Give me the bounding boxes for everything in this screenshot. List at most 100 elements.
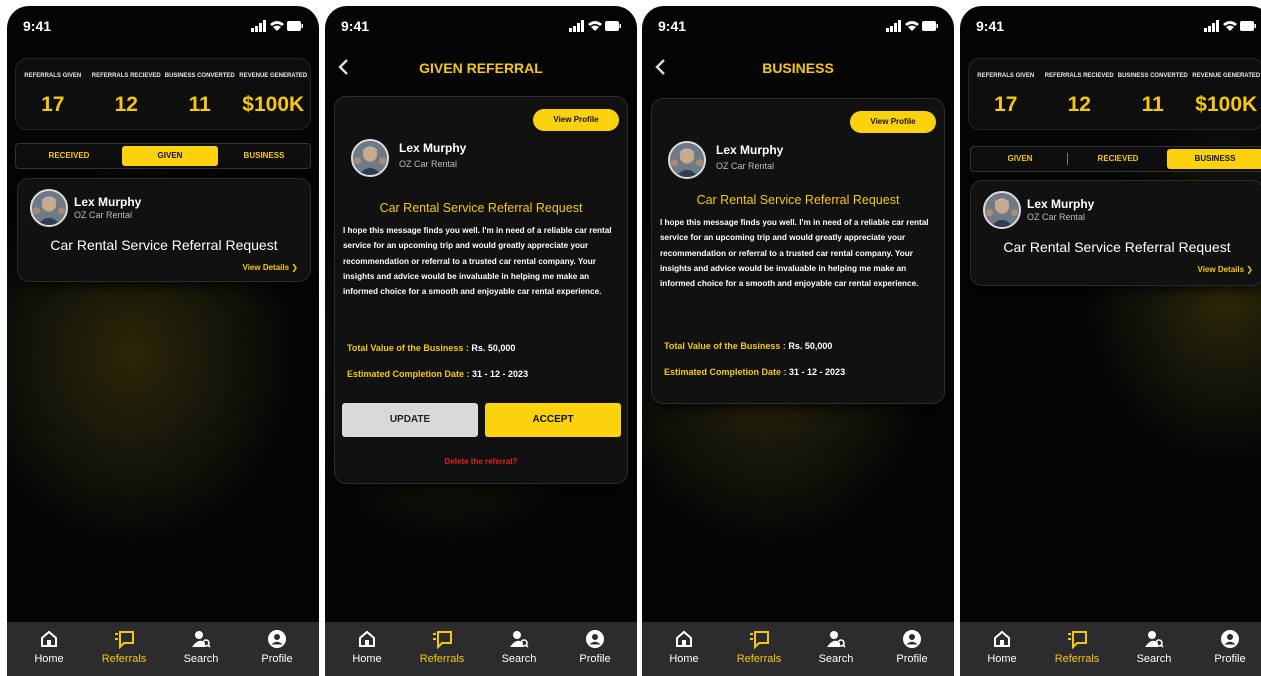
phone-screen-business-detail: 9:41 BUSINESS View Profile Lex Murphy OZ… — [642, 6, 954, 676]
home-icon — [994, 630, 1010, 647]
stat-referrals-recieved: REFERRALS RECIEVED 12 — [1044, 73, 1114, 116]
tab-given[interactable]: GIVEN — [975, 149, 1065, 169]
nav-profile[interactable]: Profile — [565, 629, 625, 665]
referrals-icon — [1068, 631, 1087, 649]
tab-business[interactable]: BUSINESS — [220, 146, 308, 166]
tab-recieved[interactable]: RECIEVED — [1071, 149, 1165, 169]
stat-referrals-given: REFERRALS GIVEN 17 — [24, 73, 82, 116]
page-title: BUSINESS — [762, 60, 834, 76]
bottom-nav: Home Referrals Search Profile — [325, 622, 637, 676]
stat-referrals-recieved: REFERRALS RECIEVED 12 — [91, 73, 161, 116]
status-bar: 9:41 — [341, 18, 621, 34]
stat-business-converted: BUSINESS CONVERTED 11 — [1117, 73, 1188, 116]
business-value: Total Value of the Business : Rs. 50,000 — [347, 343, 516, 353]
referral-message: I hope this message finds you well. I'm … — [343, 226, 612, 297]
nav-search[interactable]: Search — [1124, 629, 1184, 665]
signal-wifi-battery-icon — [251, 20, 303, 32]
home-icon — [676, 630, 692, 647]
search-user-icon — [1145, 631, 1164, 648]
nav-referrals[interactable]: Referrals — [1047, 629, 1107, 665]
referral-card[interactable]: Lex Murphy OZ Car Rental Car Rental Serv… — [17, 178, 311, 282]
avatar-image-icon — [670, 143, 704, 177]
avatar — [30, 189, 68, 227]
nav-referrals[interactable]: Referrals — [94, 629, 154, 665]
avatar-image-icon — [353, 141, 387, 175]
user-company: OZ Car Rental — [399, 159, 458, 169]
status-bar: 9:41 — [658, 18, 938, 34]
profile-icon — [1221, 630, 1239, 648]
search-user-icon — [192, 631, 211, 648]
home-icon — [359, 630, 375, 647]
status-time: 9:41 — [658, 18, 687, 34]
referrals-icon — [750, 631, 769, 649]
nav-search[interactable]: Search — [806, 629, 866, 665]
nav-profile[interactable]: Profile — [247, 629, 307, 665]
profile-icon — [268, 630, 286, 648]
nav-home[interactable]: Home — [654, 629, 714, 665]
tab-given[interactable]: GIVEN — [122, 146, 218, 166]
business-value: Total Value of the Business : Rs. 50,000 — [664, 341, 833, 351]
avatar-image-icon — [32, 191, 66, 225]
status-bar: 9:41 — [976, 18, 1256, 34]
chevron-right-icon: ❯ — [291, 263, 298, 272]
referral-message: I hope this message finds you well. I'm … — [660, 218, 929, 289]
view-details-link[interactable]: View Details ❯ — [243, 263, 298, 272]
avatar — [983, 191, 1021, 229]
referral-tabs: GIVEN RECIEVED BUSINESS — [970, 146, 1261, 172]
view-profile-button[interactable]: View Profile — [533, 109, 619, 131]
business-detail-card: View Profile Lex Murphy OZ Car Rental Ca… — [651, 98, 945, 404]
stats-panel: REFERRALS GIVEN 17 REFERRALS RECIEVED 12 B… — [968, 58, 1261, 130]
tab-business[interactable]: BUSINESS — [1167, 149, 1261, 169]
referrals-icon — [115, 631, 134, 649]
status-time: 9:41 — [341, 18, 370, 34]
stat-referrals-given: REFERRALS GIVEN 17 — [977, 73, 1035, 116]
user-name: Lex Murphy — [1027, 197, 1095, 211]
search-user-icon — [510, 631, 529, 648]
bottom-nav: Home Referrals Search Profile — [642, 622, 954, 676]
nav-referrals[interactable]: Referrals — [729, 629, 789, 665]
referral-title: Car Rental Service Referral Request — [696, 193, 900, 207]
user-name: Lex Murphy — [74, 195, 142, 209]
stats-panel: REFERRALS GIVEN 17 REFERRALS RECIEVED 12 B… — [15, 58, 311, 130]
nav-home[interactable]: Home — [19, 629, 79, 665]
chevron-right-icon: ❯ — [1246, 265, 1253, 274]
referral-card[interactable]: Lex Murphy OZ Car Rental Car Rental Serv… — [970, 180, 1261, 286]
user-company: OZ Car Rental — [1027, 212, 1086, 222]
completion-date: Estimated Completion Date : 31 - 12 - 20… — [347, 369, 529, 379]
page-title: GIVEN REFERRAL — [419, 60, 543, 76]
avatar-image-icon — [985, 193, 1019, 227]
user-company: OZ Car Rental — [716, 161, 775, 171]
tab-divider — [1067, 153, 1068, 165]
stat-business-converted: BUSINESS CONVERTED 11 — [164, 73, 235, 116]
nav-search[interactable]: Search — [171, 629, 231, 665]
update-button[interactable]: UPDATE — [342, 403, 478, 437]
bottom-nav: Home Referrals Search Profile — [7, 622, 319, 676]
nav-home[interactable]: Home — [337, 629, 397, 665]
nav-home[interactable]: Home — [972, 629, 1032, 665]
delete-referral-link[interactable]: Delete the referral? — [335, 457, 627, 466]
nav-profile[interactable]: Profile — [1200, 629, 1260, 665]
signal-wifi-battery-icon — [1204, 20, 1256, 32]
referral-title: Car Rental Service Referral Request — [379, 201, 583, 215]
phone-screen-referrals-given: 9:41 REFERRALS GIVEN 17 REFERRALS RECIEVE… — [7, 6, 319, 676]
nav-referrals[interactable]: Referrals — [412, 629, 472, 665]
referral-title: Car Rental Service Referral Request — [1003, 239, 1231, 255]
accept-button[interactable]: ACCEPT — [485, 403, 621, 437]
bottom-nav: Home Referrals Search Profile — [960, 622, 1261, 676]
status-time: 9:41 — [976, 18, 1005, 34]
search-user-icon — [827, 631, 846, 648]
signal-wifi-battery-icon — [569, 20, 621, 32]
user-name: Lex Murphy — [716, 143, 784, 157]
status-time: 9:41 — [23, 18, 52, 34]
nav-profile[interactable]: Profile — [882, 629, 942, 665]
referrals-icon — [433, 631, 452, 649]
nav-search[interactable]: Search — [489, 629, 549, 665]
phone-screen-referrals-business: 9:41 REFERRALS GIVEN 17 REFERRALS RECIEVE… — [960, 6, 1261, 676]
view-profile-button[interactable]: View Profile — [850, 111, 936, 133]
signal-wifi-battery-icon — [886, 20, 938, 32]
tab-received[interactable]: RECEIVED — [20, 146, 118, 166]
avatar — [351, 139, 389, 177]
avatar — [668, 141, 706, 179]
completion-date: Estimated Completion Date : 31 - 12 - 20… — [664, 367, 846, 377]
view-details-link[interactable]: View Details ❯ — [1198, 265, 1253, 274]
